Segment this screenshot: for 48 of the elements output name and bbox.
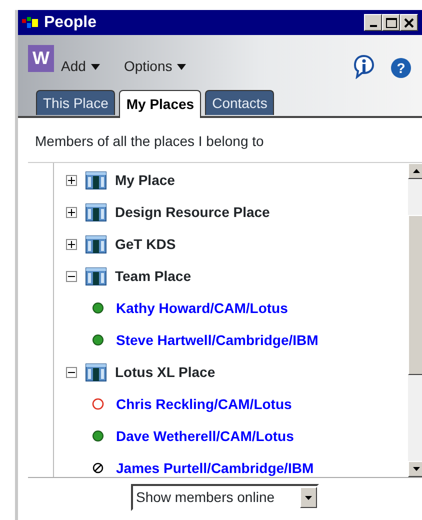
- menu-button[interactable]: Add: [61, 56, 100, 77]
- expand-toggle[interactable]: [66, 174, 77, 186]
- info-icon[interactable]: [353, 55, 375, 79]
- place-name[interactable]: My Place: [115, 170, 175, 190]
- expand-toggle[interactable]: [66, 206, 77, 218]
- building-icon: [85, 202, 107, 222]
- down-arrow-icon: [413, 467, 420, 471]
- minimize-icon: [370, 25, 376, 27]
- maximize-button[interactable]: [382, 14, 400, 31]
- member-link[interactable]: James Purtell/Cambridge/IBM: [116, 458, 314, 478]
- close-button[interactable]: [400, 14, 418, 31]
- caret-icon: [90, 64, 100, 70]
- close-icon: [404, 18, 414, 28]
- tab[interactable]: My Places: [119, 90, 202, 118]
- building-icon: [85, 234, 107, 254]
- description-text: Members of all the places I belong to: [35, 133, 264, 149]
- member-link[interactable]: Chris Reckling/CAM/Lotus: [116, 394, 292, 414]
- caret-icon: [177, 64, 186, 70]
- logo: W: [28, 45, 54, 72]
- member-link[interactable]: Kathy Howard/CAM/Lotus: [116, 298, 288, 318]
- scroll-down-button[interactable]: [408, 461, 422, 477]
- caret-icon: [305, 496, 312, 500]
- building-icon: [85, 170, 107, 190]
- dropdown-value: Show members online: [136, 488, 275, 507]
- tab[interactable]: Contacts: [205, 90, 274, 115]
- collapse-toggle[interactable]: [66, 366, 77, 378]
- place-name[interactable]: Lotus XL Place: [115, 362, 216, 382]
- expand-toggle[interactable]: [66, 238, 77, 250]
- window-title: People: [44, 12, 96, 32]
- place-name[interactable]: Team Place: [115, 266, 192, 286]
- scroll-up-button[interactable]: [408, 163, 422, 179]
- help-button[interactable]: ?: [391, 58, 411, 78]
- place-name[interactable]: Design Resource Place: [115, 202, 270, 222]
- collapse-toggle[interactable]: [66, 270, 77, 282]
- place-name[interactable]: GeT KDS: [115, 234, 176, 254]
- tab[interactable]: This Place: [36, 90, 116, 115]
- building-icon: [85, 266, 107, 286]
- minimize-button[interactable]: [364, 14, 382, 31]
- menu-button[interactable]: Options: [124, 56, 186, 77]
- up-arrow-icon: [413, 169, 420, 173]
- app-icon: [22, 16, 40, 30]
- scroll-thumb[interactable]: [408, 215, 422, 375]
- member-link[interactable]: Steve Hartwell/Cambridge/IBM: [116, 330, 318, 350]
- member-link[interactable]: Dave Wetherell/CAM/Lotus: [116, 426, 294, 446]
- filter-dropdown[interactable]: Show members online: [131, 484, 319, 511]
- maximize-icon: [386, 18, 396, 28]
- scrollbar[interactable]: [408, 163, 422, 477]
- building-icon: [85, 362, 107, 382]
